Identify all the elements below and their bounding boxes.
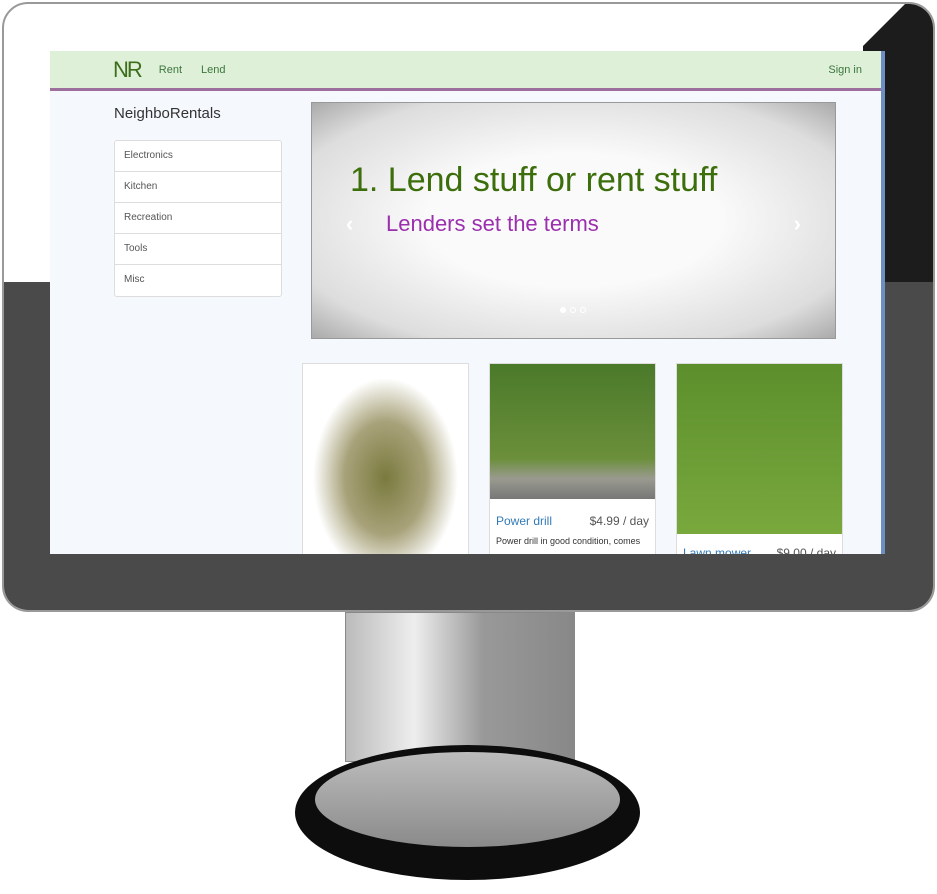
category-electronics[interactable]: Electronics [115, 141, 281, 172]
chevron-left-icon[interactable]: ‹ [346, 211, 353, 237]
carousel-title: 1. Lend stuff or rent stuff [350, 161, 718, 199]
lawn-mower-image [677, 364, 842, 534]
drill-image [490, 364, 655, 499]
carousel-indicators [560, 307, 586, 313]
indicator-dot[interactable] [580, 307, 586, 313]
carousel: 1. Lend stuff or rent stuff Lenders set … [311, 102, 836, 339]
nav-rent[interactable]: Rent [159, 64, 182, 76]
chevron-right-icon[interactable]: › [794, 211, 801, 237]
category-kitchen[interactable]: Kitchen [115, 172, 281, 203]
item-price: $9.00 / day [776, 546, 836, 554]
item-name[interactable]: Power drill [496, 514, 552, 528]
item-description: Power drill in good condition, comes [496, 536, 641, 546]
page-title: NeighboRentals [114, 105, 221, 122]
category-recreation[interactable]: Recreation [115, 203, 281, 234]
item-card-tent[interactable] [302, 363, 469, 554]
indicator-dot[interactable] [560, 307, 566, 313]
navbar: NR Rent Lend Sign in [50, 51, 881, 91]
monitor-base-top [315, 752, 620, 847]
tent-image [303, 364, 468, 554]
item-card[interactable]: Power drill $4.99 / day Power drill in go… [489, 363, 656, 554]
item-price: $4.99 / day [589, 514, 649, 528]
indicator-dot[interactable] [570, 307, 576, 313]
logo[interactable]: NR [113, 57, 143, 83]
category-misc[interactable]: Misc [115, 265, 281, 296]
sign-in-link[interactable]: Sign in [828, 64, 862, 76]
nav-lend[interactable]: Lend [201, 64, 225, 76]
carousel-subtitle: Lenders set the terms [386, 211, 599, 236]
screen: NR Rent Lend Sign in NeighboRentals Elec… [50, 51, 885, 554]
category-tools[interactable]: Tools [115, 234, 281, 265]
category-list: Electronics Kitchen Recreation Tools Mis… [114, 140, 282, 297]
monitor-stand [345, 612, 575, 762]
item-name[interactable]: Lawn mower [683, 546, 751, 554]
item-card[interactable]: Lawn mower $9.00 / day [676, 363, 843, 554]
